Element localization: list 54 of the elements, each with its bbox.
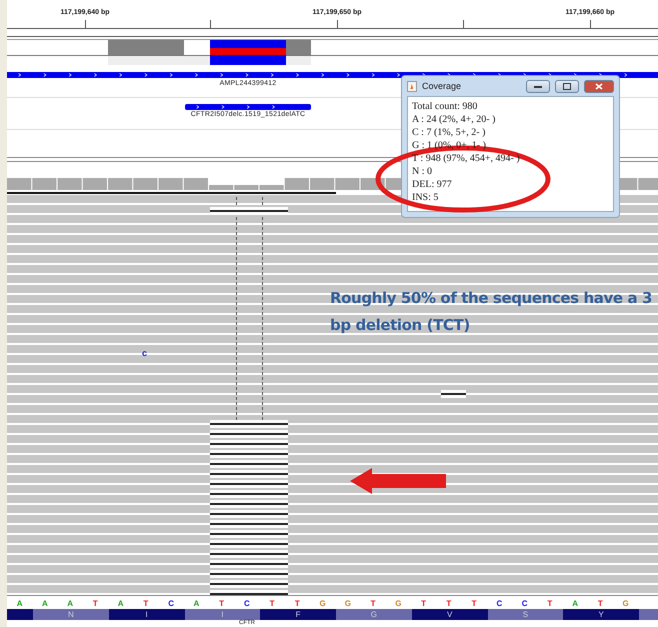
sequence-base: T — [370, 598, 377, 608]
sequence-base: C — [242, 598, 251, 608]
sequence-base: T — [92, 598, 99, 608]
codon-block — [639, 609, 658, 620]
sequence-base: T — [294, 598, 301, 608]
sequence-base: C — [167, 598, 176, 608]
sequence-base: A — [66, 598, 74, 608]
amino-acid: N — [33, 609, 109, 620]
arrow-icon — [350, 468, 446, 494]
sequence-base: T — [218, 598, 226, 608]
coverage-line: N : 0 — [412, 165, 433, 178]
close-icon — [595, 82, 603, 90]
amino-acid: I — [184, 609, 260, 620]
sequence-base: A — [16, 598, 24, 608]
sequence-base: G — [344, 598, 352, 608]
coverage-line: INS: 5 — [412, 191, 440, 204]
sequence-base: A — [571, 598, 580, 608]
sequence-base: A — [116, 598, 125, 608]
maximize-icon — [563, 82, 571, 90]
mismatch-base: c — [142, 348, 148, 358]
sequence-base: G — [394, 598, 402, 608]
close-button[interactable] — [584, 80, 614, 92]
sequence-base: T — [470, 598, 478, 608]
amino-acid: V — [412, 609, 488, 620]
sequence-base: C — [520, 598, 529, 608]
sequence-base: A — [192, 598, 200, 608]
annotation-text: bp deletion (TCT) — [330, 316, 470, 334]
java-icon — [407, 80, 417, 92]
sequence-base: G — [318, 598, 327, 608]
coverage-line: C : 7 (1%, 5+, 2- ) — [412, 126, 486, 139]
sequence-base: G — [622, 598, 630, 608]
sequence-base: T — [268, 598, 276, 608]
sequence-base: T — [445, 598, 452, 608]
amino-acid: I — [108, 609, 184, 620]
codon-block — [7, 609, 33, 620]
sequence-base: C — [495, 598, 504, 608]
deletion-gap — [441, 390, 466, 398]
annotation-text: Roughly 50% of the sequences have a 3 — [330, 289, 652, 307]
window-title: Coverage — [422, 81, 462, 91]
minimize-button[interactable] — [526, 80, 550, 92]
sequence-base: T — [546, 598, 554, 608]
minimize-icon — [534, 84, 542, 88]
amino-acid: S — [488, 609, 564, 620]
sequence-base: A — [40, 598, 49, 608]
amino-acid: Y — [563, 609, 639, 620]
sequence-base: T — [420, 598, 428, 608]
amino-acid: F — [260, 609, 336, 620]
sequence-base: T — [596, 598, 604, 608]
sequence-base: T — [142, 598, 150, 608]
coverage-line: Total count: 980 — [412, 100, 478, 113]
maximize-button[interactable] — [555, 80, 579, 92]
coverage-line: DEL: 977 — [412, 178, 453, 191]
amino-acid: G — [336, 609, 412, 620]
coverage-line: A : 24 (2%, 4+, 20- ) — [412, 113, 496, 126]
